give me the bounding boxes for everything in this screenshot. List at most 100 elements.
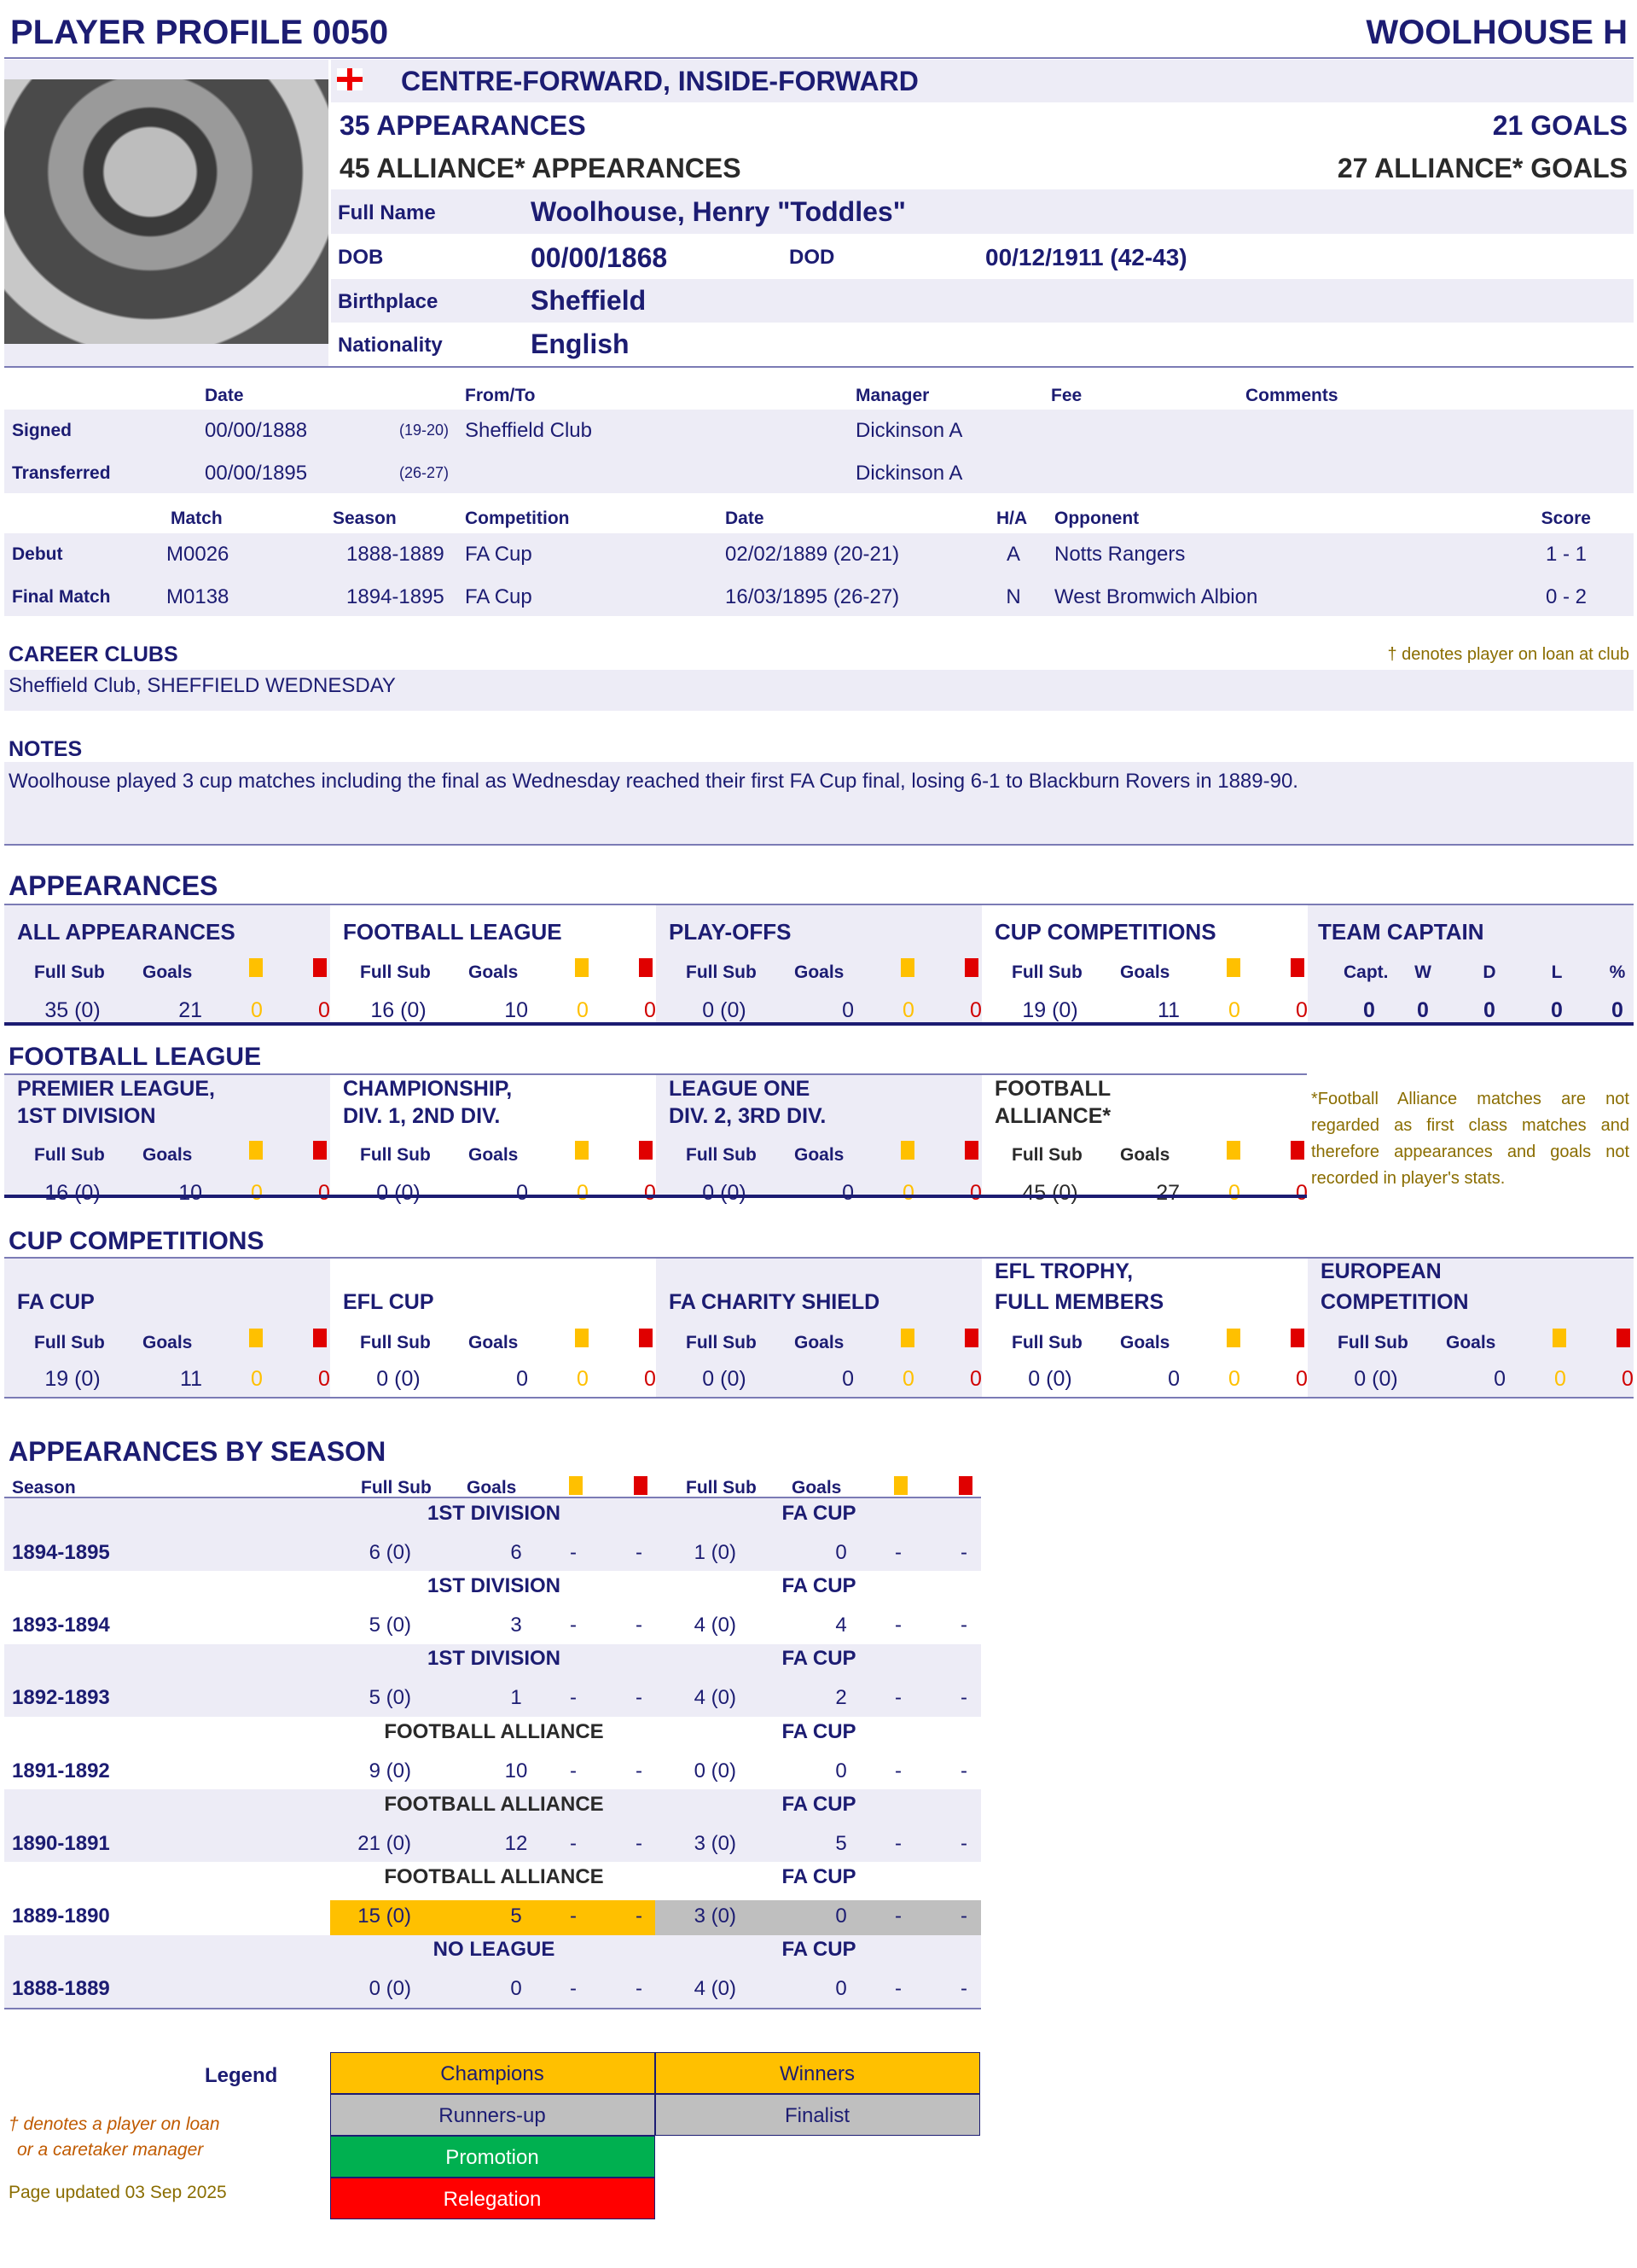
goals-value: 10 (504, 998, 528, 1022)
league-goals: 1 (510, 1686, 522, 1710)
cup-competition-name: FA CUP (781, 1573, 856, 1597)
match-venue: A (1006, 542, 1021, 566)
yellow-card-icon (901, 1141, 914, 1160)
league-competition-name: FOOTBALL ALLIANCE (384, 1719, 604, 1743)
season-label[interactable]: 1888-1889 (12, 1977, 110, 2002)
cup-yellow-cards: - (895, 1613, 902, 1637)
season-label[interactable]: 1891-1892 (12, 1759, 110, 1784)
full-sub-header: Full Sub (360, 1333, 431, 1353)
league-yellow-cards: - (570, 1686, 577, 1710)
goals-header: Goals (794, 1333, 845, 1353)
transfer-row-label: Signed (12, 421, 73, 441)
league-competition-name: NO LEAGUE (432, 1938, 555, 1962)
goals-value: 0 (1494, 1367, 1506, 1391)
captain-value: 0 (1417, 998, 1429, 1022)
yellow-card-icon (1227, 1141, 1240, 1160)
cup-yellow-cards: - (895, 1686, 902, 1710)
full-sub-header: Full Sub (686, 962, 757, 983)
match-header: H/A (996, 509, 1028, 529)
legend-item-label: Runners-up (438, 2103, 546, 2127)
match-competition: FA Cup (465, 542, 532, 566)
league-goals: 5 (510, 1905, 522, 1928)
red-card-icon (965, 958, 978, 977)
group-title-line1: EUROPEAN (1321, 1259, 1442, 1283)
cup-yellow-cards: - (895, 1759, 902, 1782)
full-sub-header: Full Sub (34, 962, 105, 983)
profile-divider (4, 366, 1634, 368)
full-sub-header: Full Sub (34, 1333, 105, 1353)
legend-item-label: Champions (440, 2062, 544, 2085)
legend-item-label: Promotion (445, 2145, 539, 2169)
appearances-value: 16 (0) (370, 998, 427, 1022)
appearances-value: 0 (0) (702, 1367, 746, 1391)
season-label[interactable]: 1893-1894 (12, 1614, 110, 1638)
yellow-cards-value: 0 (251, 998, 263, 1022)
full-sub-header: Full Sub (361, 1478, 432, 1498)
alliance-goals: 27 ALLIANCE* GOALS (1337, 152, 1628, 183)
season-label[interactable]: 1892-1893 (12, 1686, 110, 1711)
red-cards-value: 0 (318, 1367, 330, 1391)
full-sub-header: Full Sub (34, 1145, 105, 1166)
full-name-value: Woolhouse, Henry "Toddles" (531, 195, 906, 227)
goals-header: Goals (792, 1478, 842, 1498)
red-cards-value: 0 (970, 1367, 982, 1391)
yellow-card-icon (901, 1329, 914, 1347)
appearances-value: 0 (0) (702, 998, 746, 1022)
league-goals: 10 (504, 1759, 528, 1782)
transfer-manager: Dickinson A (856, 418, 963, 442)
group-title-line1: FOOTBALL (995, 1077, 1112, 1101)
group-title-line2: EFL CUP (343, 1290, 434, 1314)
full-sub-header: Full Sub (360, 962, 431, 983)
season-label[interactable]: 1894-1895 (12, 1541, 110, 1566)
yellow-cards-value: 0 (903, 998, 914, 1022)
player-name-heading: WOOLHOUSE H (1366, 14, 1628, 51)
red-card-icon (313, 958, 327, 977)
red-card-icon (1291, 958, 1304, 977)
match-header: Season (333, 509, 397, 529)
alliance-appearances: 45 ALLIANCE* APPEARANCES (340, 152, 741, 183)
cup-goals: 2 (835, 1686, 847, 1710)
season-label[interactable]: 1889-1890 (12, 1905, 110, 1929)
full-sub-header: Full Sub (686, 1333, 757, 1353)
red-cards-value: 0 (1622, 1367, 1634, 1391)
match-row-label: Final Match (12, 587, 111, 608)
legend-loan-note-2: or a caretaker manager (17, 2140, 204, 2160)
captain-header: W (1414, 962, 1431, 983)
appearances-value: 0 (0) (702, 1181, 746, 1205)
captain-header: D (1483, 962, 1496, 983)
red-card-icon (1291, 1141, 1304, 1160)
match-header: Opponent (1054, 509, 1140, 529)
cup-competition-name: FA CUP (781, 1865, 856, 1889)
appearances-value: 0 (0) (376, 1367, 421, 1391)
league-yellow-cards: - (570, 1905, 577, 1928)
goals-header: Goals (468, 1145, 519, 1166)
goals-value: 0 (842, 1181, 854, 1205)
red-cards-value: 0 (1296, 1367, 1308, 1391)
red-cards-value: 0 (970, 998, 982, 1022)
full-sub-header: Full Sub (1012, 962, 1083, 983)
yellow-cards-value: 0 (903, 1181, 914, 1205)
yellow-cards-value: 0 (577, 1367, 589, 1391)
notes-text: Woolhouse played 3 cup matches including… (9, 769, 1298, 793)
appearances-value: 0 (0) (376, 1181, 421, 1205)
season-label[interactable]: 1890-1891 (12, 1832, 110, 1857)
total-appearances: 35 APPEARANCES (340, 109, 586, 141)
goals-value: 0 (516, 1367, 528, 1391)
yellow-card-icon (575, 1141, 589, 1160)
goals-value: 21 (178, 998, 202, 1022)
transfer-row-label: Transferred (12, 463, 111, 484)
match-score: 1 - 1 (1545, 542, 1588, 566)
red-card-icon (1291, 1329, 1304, 1347)
goals-value: 11 (180, 1367, 202, 1391)
football-league-title: FOOTBALL LEAGUE (9, 1043, 262, 1071)
league-red-cards: - (636, 1831, 642, 1855)
cup-appearances: 0 (0) (694, 1759, 736, 1782)
appearances-value: 0 (0) (1028, 1367, 1072, 1391)
group-title-line2: DIV. 2, 3RD DIV. (669, 1104, 827, 1128)
match-id[interactable]: M0138 (166, 585, 229, 610)
red-cards-value: 0 (644, 1181, 656, 1205)
red-card-icon (1617, 1329, 1630, 1347)
red-cards-value: 0 (318, 1181, 330, 1205)
match-id[interactable]: M0026 (166, 543, 229, 567)
cup-red-cards: - (961, 1977, 967, 2001)
